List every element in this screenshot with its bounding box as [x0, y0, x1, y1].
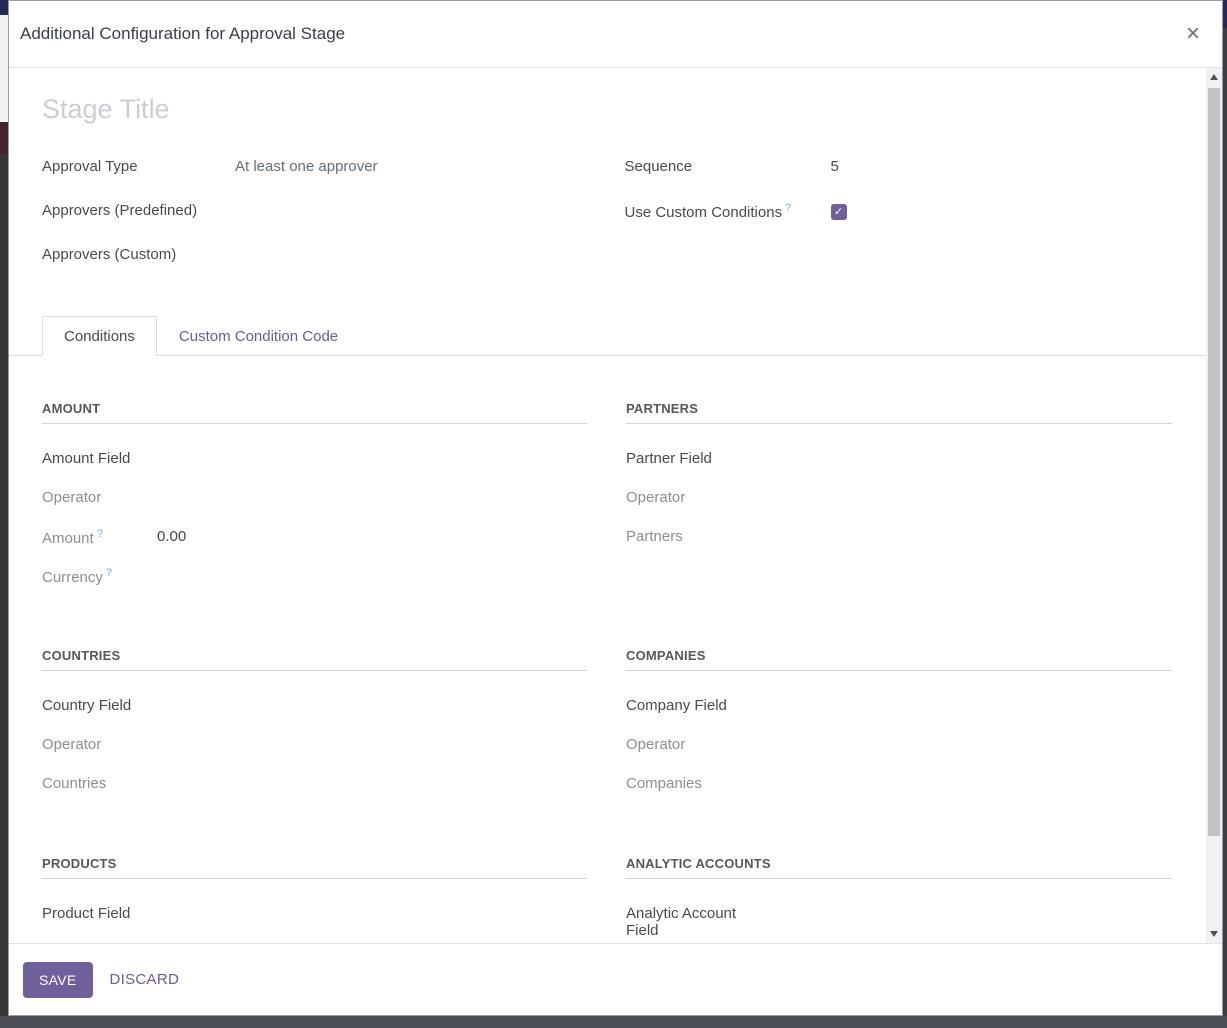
- section-rows: Analytic Account FieldOperatorAnalytic A…: [626, 905, 1172, 943]
- field-label: Partners: [626, 528, 741, 545]
- dialog-header: Additional Configuration for Approval St…: [9, 1, 1222, 68]
- page-background: Additional Configuration for Approval St…: [0, 0, 1227, 1028]
- section-partners: PARTNERS Partner Field Operator Partners: [626, 401, 1172, 606]
- field-row-partners-partners: Partners: [626, 528, 1172, 549]
- section-rows: Partner Field Operator Partners: [626, 450, 1172, 549]
- section-title: PRODUCTS: [42, 856, 587, 879]
- help-tooltip-icon[interactable]: ?: [106, 567, 112, 579]
- field-label: Currency?: [42, 567, 157, 586]
- tab-conditions[interactable]: Conditions: [42, 316, 157, 356]
- field-label: Companies: [626, 775, 741, 792]
- dialog-body: Approval TypeAt least one approverApprov…: [9, 68, 1222, 943]
- field-row-countries-countries: Countries: [42, 775, 587, 796]
- field-label: Approval Type: [42, 158, 235, 175]
- field-value[interactable]: 5: [831, 158, 839, 175]
- field-label: Country Field: [42, 697, 157, 714]
- field-label: Operator: [42, 489, 157, 506]
- section-title: AMOUNT: [42, 401, 587, 424]
- discard-button[interactable]: DISCARD: [110, 971, 180, 988]
- use-custom-conditions-checkbox[interactable]: ✓: [831, 204, 847, 220]
- scrollbar-down-arrow-icon[interactable]: [1206, 925, 1222, 943]
- section-title: PARTNERS: [626, 401, 1172, 424]
- scrollbar-thumb[interactable]: [1208, 88, 1220, 836]
- top-form-right-column: Sequence5 Use Custom Conditions?✓: [625, 158, 1171, 290]
- background-sliver: [0, 0, 8, 15]
- field-row-partners-operator: Operator: [626, 489, 1172, 510]
- field-label: Operator: [42, 736, 157, 753]
- field-label: Analytic Account Field: [626, 905, 741, 939]
- background-sliver: [0, 15, 8, 122]
- field-label: Amount?: [42, 528, 157, 547]
- field-label: Approvers (Custom): [42, 246, 235, 263]
- section-title: ANALYTIC ACCOUNTS: [626, 856, 1172, 879]
- background-sliver: [0, 1016, 1227, 1028]
- save-button[interactable]: SAVE: [23, 962, 93, 998]
- field-value[interactable]: At least one approver: [235, 158, 378, 175]
- field-row-approvers-predefined: Approvers (Predefined): [42, 202, 587, 226]
- field-row-sequence: Sequence5: [625, 158, 1171, 182]
- background-sliver: [1223, 0, 1227, 28]
- dialog-scroll-area: Approval TypeAt least one approverApprov…: [9, 68, 1206, 943]
- notebook-tabbar: ConditionsCustom Condition Code: [9, 316, 1206, 356]
- field-label: Use Custom Conditions?: [625, 202, 831, 221]
- field-row-amount-amount-field: Amount Field: [42, 450, 587, 471]
- field-row-amount-operator: Operator: [42, 489, 587, 510]
- field-row-products-product-field: Product Field: [42, 905, 587, 926]
- field-row-use-custom-conditions: Use Custom Conditions?✓: [625, 202, 1171, 226]
- section-rows: Product FieldOperatorProducts: [42, 905, 587, 943]
- field-row-approvers-custom: Approvers (Custom): [42, 246, 587, 270]
- field-row-partners-partner-field: Partner Field: [626, 450, 1172, 471]
- section-products: PRODUCTS Product FieldOperatorProducts: [42, 856, 587, 943]
- dialog-footer: SAVE DISCARD: [9, 943, 1222, 1015]
- field-row-analytic-accounts-analytic-account-field: Analytic Account Field: [626, 905, 1172, 926]
- help-tooltip-icon[interactable]: ?: [785, 202, 791, 214]
- section-rows: Company Field Operator Companies: [626, 697, 1172, 796]
- close-icon[interactable]: ×: [1184, 22, 1202, 46]
- field-value[interactable]: 0.00: [157, 528, 186, 545]
- field-label: Amount Field: [42, 450, 157, 467]
- section-amount: AMOUNT Amount Field Operator Amount?0.00 Cur…: [42, 401, 587, 606]
- field-row-amount-currency: Currency?: [42, 567, 587, 588]
- section-analytic-accounts: ANALYTIC ACCOUNTS Analytic Account FieldO…: [626, 856, 1172, 943]
- field-row-companies-company-field: Company Field: [626, 697, 1172, 718]
- section-companies: COMPANIES Company Field Operator Companies: [626, 648, 1172, 814]
- section-countries: COUNTRIES Country Field Operator Countries: [42, 648, 587, 814]
- tab-custom-condition-code[interactable]: Custom Condition Code: [157, 316, 360, 356]
- field-label: Operator: [626, 736, 741, 753]
- field-row-countries-operator: Operator: [42, 736, 587, 757]
- field-row-approval-type: Approval TypeAt least one approver: [42, 158, 587, 182]
- section-rows: Country Field Operator Countries: [42, 697, 587, 796]
- vertical-scrollbar[interactable]: [1206, 68, 1222, 943]
- background-sliver: [0, 122, 8, 154]
- field-label: Operator: [626, 489, 741, 506]
- help-tooltip-icon[interactable]: ?: [97, 528, 103, 540]
- field-row-countries-country-field: Country Field: [42, 697, 587, 718]
- field-label: Countries: [42, 775, 157, 792]
- field-label: Approvers (Predefined): [42, 202, 235, 219]
- top-form-left-column: Approval TypeAt least one approverApprov…: [42, 158, 587, 290]
- section-rows: Amount Field Operator Amount?0.00 Currency?: [42, 450, 587, 588]
- field-row-amount-amount: Amount?0.00: [42, 528, 587, 549]
- top-form: Approval TypeAt least one approverApprov…: [42, 158, 1170, 290]
- field-label: Partner Field: [626, 450, 741, 467]
- approval-stage-dialog: Additional Configuration for Approval St…: [8, 0, 1223, 1016]
- field-row-companies-operator: Operator: [626, 736, 1172, 757]
- section-title: COMPANIES: [626, 648, 1172, 671]
- dialog-title: Additional Configuration for Approval St…: [20, 24, 345, 44]
- background-sliver: [1223, 28, 1227, 1028]
- field-row-companies-companies: Companies: [626, 775, 1172, 796]
- section-title: COUNTRIES: [42, 648, 587, 671]
- field-label: Sequence: [625, 158, 831, 175]
- field-label: Product Field: [42, 905, 157, 922]
- conditions-notebook: AMOUNT Amount Field Operator Amount?0.00 Cur…: [42, 401, 1170, 943]
- stage-title-input[interactable]: [42, 90, 742, 128]
- scrollbar-up-arrow-icon[interactable]: [1206, 68, 1222, 86]
- background-sliver: [0, 154, 8, 1028]
- field-label: Company Field: [626, 697, 741, 714]
